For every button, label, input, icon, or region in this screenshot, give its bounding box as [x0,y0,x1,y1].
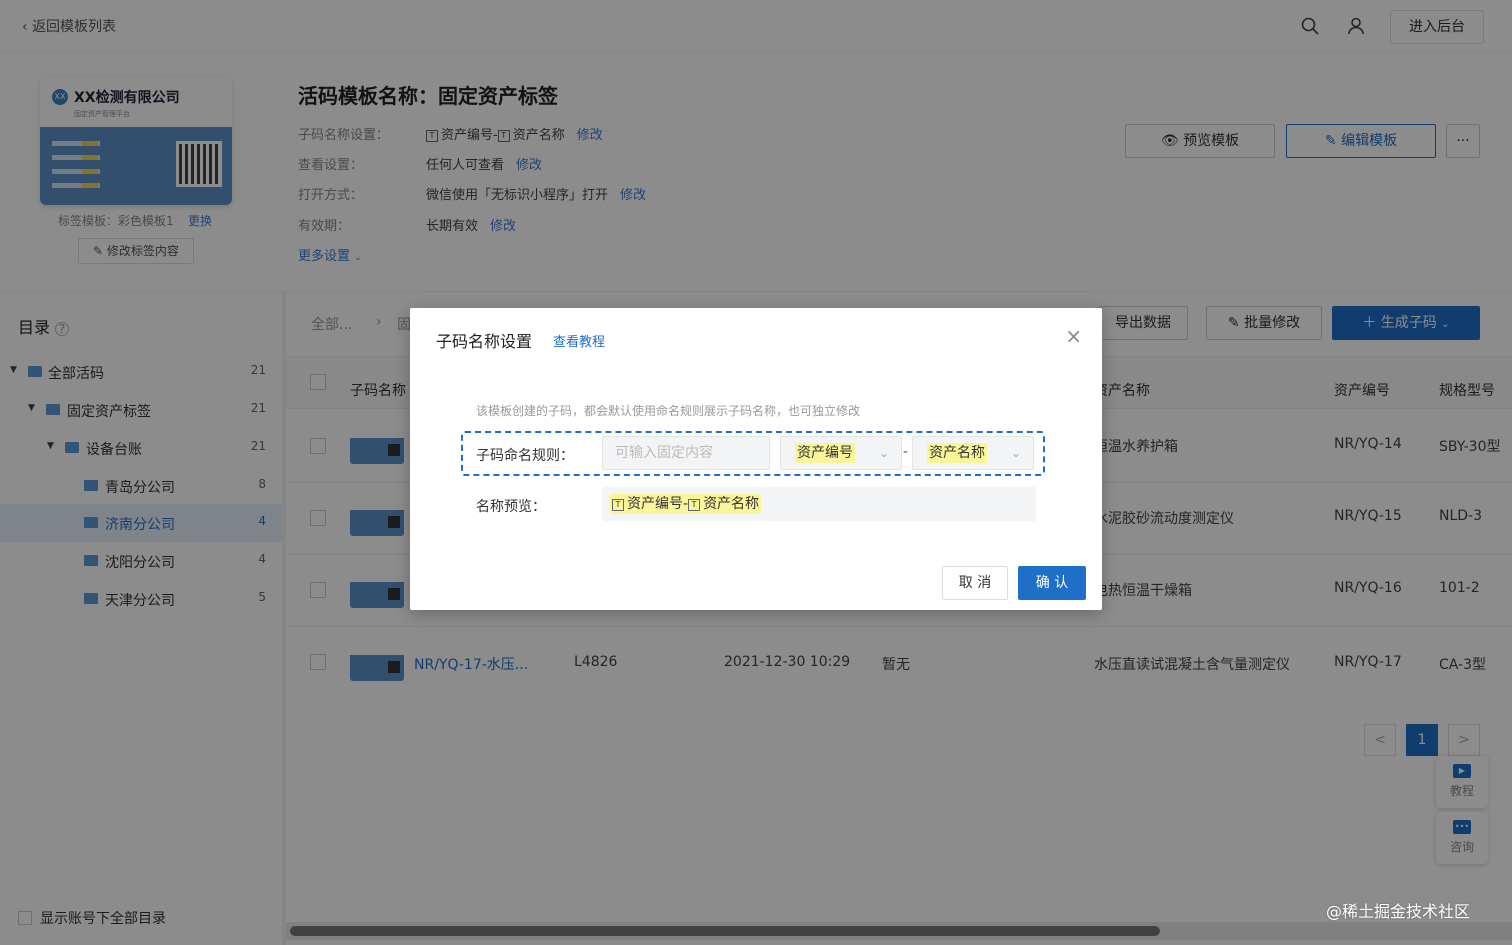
preview-part-2: 资产名称 [703,496,760,512]
name-preview-label: 名称预览： [476,499,546,515]
dialog-title: 子码名称设置 [436,332,533,351]
chevron-down-icon: ⌄ [1010,446,1021,460]
name-preview-box: T 资产编号- T 资产名称 [602,487,1036,521]
selected-field-tag: 资产名称 [927,443,987,463]
field-select-asset-no[interactable]: 资产编号 ⌄ [780,436,902,470]
selected-field-tag: 资产编号 [795,443,855,463]
chevron-down-icon: ⌄ [878,446,889,460]
text-field-icon: T [688,499,701,511]
fixed-content-input[interactable]: 可输入固定内容 [602,436,770,470]
subcode-name-settings-dialog: 子码名称设置 查看教程 × 该模板创建的子码，都会默认使用命名规则展示子码名称，… [410,308,1102,610]
rule-separator: - [903,444,909,460]
text-field-icon: T [612,499,624,511]
view-tutorial-link[interactable]: 查看教程 [553,331,605,350]
preview-part-1: 资产编号- [627,496,689,512]
dialog-tip: 该模板创建的子码，都会默认使用命名规则展示子码名称，也可独立修改 [476,404,861,418]
watermark: @稀土掘金技术社区 [1326,902,1471,921]
field-select-asset-name[interactable]: 资产名称 ⌄ [912,436,1034,470]
cancel-button[interactable]: 取 消 [942,566,1008,600]
naming-rule-label: 子码命名规则： [476,448,574,464]
close-icon[interactable]: × [1065,324,1082,348]
confirm-button[interactable]: 确 认 [1018,566,1086,600]
name-preview-text: T 资产编号- T 资产名称 [610,494,762,514]
